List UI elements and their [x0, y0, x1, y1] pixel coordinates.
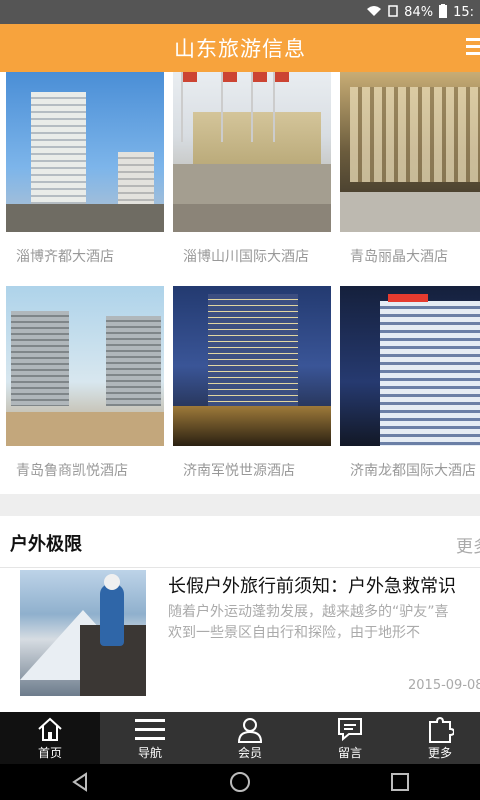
article-thumbnail	[20, 570, 146, 696]
hotel-photo	[173, 286, 331, 446]
tab-label: 留言	[337, 746, 362, 760]
hotel-card[interactable]: 济南军悦世源酒店	[173, 286, 331, 480]
tab-navigation[interactable]: 导航	[100, 712, 200, 764]
battery-icon	[439, 3, 448, 21]
hotel-photo	[6, 72, 164, 232]
article-date: 2015-09-08	[408, 678, 480, 693]
clock: 15:	[453, 4, 474, 20]
status-bar: 84% 15:	[0, 0, 480, 24]
sim-icon	[388, 4, 398, 20]
system-nav-bar	[0, 764, 480, 800]
article-summary-line: 随着户外运动蓬勃发展，越来越多的“驴友”喜	[168, 604, 449, 620]
hotel-photo	[173, 72, 331, 232]
app-screen: 84% 15: 山东旅游信息 淄博齐都大酒店 淄博山川国际大酒店 青岛丽晶大酒店…	[0, 0, 480, 800]
hotel-photo	[6, 286, 164, 446]
hotel-name: 济南龙都国际大酒店	[350, 463, 476, 479]
hotel-row: 青岛鲁商凯悦酒店 济南军悦世源酒店 济南龙都国际大酒店	[0, 286, 480, 500]
hotel-name: 淄博山川国际大酒店	[183, 249, 309, 265]
article-title: 长假户外旅行前须知：户外急救常识	[168, 576, 456, 597]
tab-label: 会员	[237, 746, 262, 760]
menu-icon[interactable]	[466, 38, 480, 58]
article-summary-line: 欢到一些景区自由行和探险，由于地形不	[168, 625, 420, 641]
message-icon	[337, 716, 363, 746]
app-header: 山东旅游信息	[0, 24, 480, 72]
hotel-name: 青岛丽晶大酒店	[350, 249, 448, 265]
home-circle-icon[interactable]	[225, 767, 255, 797]
tab-label: 首页	[37, 746, 62, 760]
menu-lines-icon	[135, 716, 165, 746]
hotel-name: 淄博齐都大酒店	[16, 249, 114, 265]
tab-message[interactable]: 留言	[300, 712, 400, 764]
hotel-photo	[340, 286, 480, 446]
hotel-card[interactable]: 青岛丽晶大酒店	[340, 72, 480, 266]
tab-more[interactable]: 更多	[400, 712, 480, 764]
tab-label: 导航	[137, 746, 162, 760]
tab-label: 更多	[427, 746, 452, 760]
hotel-name: 济南军悦世源酒店	[183, 463, 295, 479]
tab-home[interactable]: 首页	[0, 712, 100, 764]
bottom-tab-bar: 首页 导航 会员 留言 更多	[0, 712, 480, 764]
hotel-card[interactable]: 青岛鲁商凯悦酒店	[6, 286, 164, 480]
home-icon	[36, 716, 64, 746]
tab-member[interactable]: 会员	[200, 712, 300, 764]
article-item[interactable]: 长假户外旅行前须知：户外急救常识 随着户外运动蓬勃发展，越来越多的“驴友”喜 欢…	[0, 568, 480, 708]
hotel-card[interactable]: 淄博齐都大酒店	[6, 72, 164, 266]
hotel-row: 淄博齐都大酒店 淄博山川国际大酒店 青岛丽晶大酒店	[0, 72, 480, 286]
hotel-grid: 淄博齐都大酒店 淄博山川国际大酒店 青岛丽晶大酒店 青岛鲁商凯悦酒店 济南军悦世…	[0, 72, 480, 500]
more-link[interactable]: 更多	[456, 532, 480, 557]
recents-icon[interactable]	[385, 767, 415, 797]
section-divider	[0, 494, 480, 516]
battery-percent: 84%	[404, 4, 434, 20]
section-title: 户外极限	[10, 534, 82, 555]
hotel-card[interactable]: 淄博山川国际大酒店	[173, 72, 331, 266]
back-icon[interactable]	[65, 767, 95, 797]
hotel-photo	[340, 72, 480, 232]
hotel-card[interactable]: 济南龙都国际大酒店	[340, 286, 480, 480]
article-summary: 随着户外运动蓬勃发展，越来越多的“驴友”喜 欢到一些景区自由行和探险，由于地形不	[168, 602, 480, 644]
wifi-icon	[366, 5, 382, 20]
page-title: 山东旅游信息	[174, 37, 306, 61]
section-header: 户外极限 更多	[0, 516, 480, 568]
hotel-name: 青岛鲁商凯悦酒店	[16, 463, 128, 479]
